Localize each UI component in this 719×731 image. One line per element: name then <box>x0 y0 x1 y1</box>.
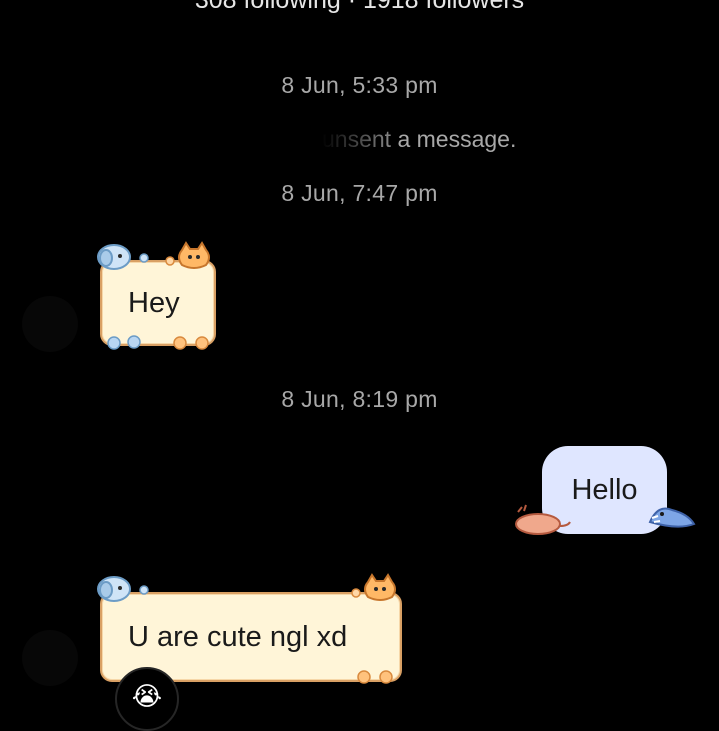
message-text: U are cute ngl xd <box>128 620 348 653</box>
paw-print-icon <box>104 332 146 352</box>
cat-sticker-icon <box>348 573 404 603</box>
timestamp: 8 Jun, 7:47 pm <box>281 180 438 206</box>
unsent-text: a message. <box>391 126 517 152</box>
message-text: Hey <box>128 286 180 319</box>
message-text: Hello <box>571 473 638 506</box>
loudly-crying-emoji: 😭 <box>131 681 163 711</box>
timestamp: 8 Jun, 8:19 pm <box>281 386 438 412</box>
dog-sticker-icon <box>96 572 152 602</box>
timestamp: 8 Jun, 5:33 pm <box>281 72 438 98</box>
dog-sticker-icon <box>96 240 152 270</box>
avatar[interactable] <box>22 630 78 686</box>
unsent-message-notice: unsent a message. <box>322 126 516 153</box>
profile-follow-stats[interactable]: 308 following · 1918 followers <box>0 0 719 15</box>
unsent-label: unsent <box>322 126 392 152</box>
paw-print-icon <box>170 332 216 352</box>
pig-sticker-icon <box>510 504 572 536</box>
paw-print-icon <box>354 666 400 686</box>
message-reaction[interactable]: 😭 <box>115 667 179 731</box>
avatar[interactable] <box>22 296 78 352</box>
shark-sticker-icon <box>648 500 696 532</box>
cat-sticker-icon <box>162 241 218 271</box>
